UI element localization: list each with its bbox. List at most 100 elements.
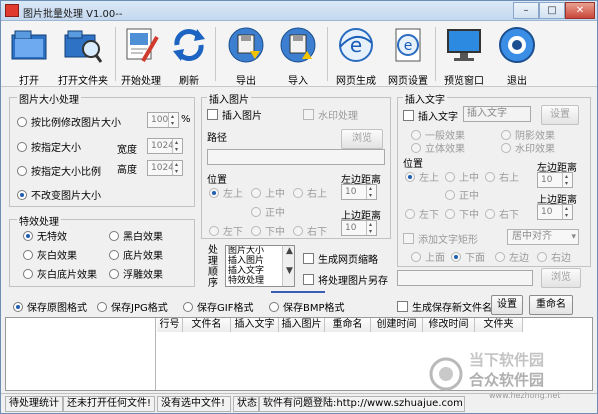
text-rect-check[interactable]: 添加文字矩形 [403, 231, 478, 246]
format-gif[interactable]: 保存GIF格式 [183, 299, 253, 314]
export-button[interactable]: 导出 [225, 25, 267, 87]
watermark-check[interactable]: 水印处理 [303, 107, 358, 122]
ratio-spinner[interactable]: 100 [147, 112, 179, 128]
rect-pos-left-radio[interactable] [495, 251, 505, 262]
column-header[interactable]: 文件名 [183, 318, 231, 332]
txt-pos-top-right-radio[interactable] [485, 171, 495, 182]
img-pos-bottom-right-radio[interactable] [293, 225, 303, 236]
start-process-button[interactable]: 开始处理 [119, 25, 163, 87]
txt-pos-bottom-left-radio[interactable] [405, 208, 415, 219]
gen-filename-check[interactable]: 生成保存新文件名 [397, 299, 492, 314]
format-jpg[interactable]: 保存JPG格式 [97, 299, 168, 314]
open-button[interactable]: 打开 [9, 25, 49, 87]
txt-pos-top-right[interactable]: 右上 [485, 169, 519, 184]
web-generate-button[interactable]: e 网页生成 [333, 25, 379, 87]
rename-button[interactable]: 重命名 [529, 295, 573, 315]
image-browse-button[interactable]: 浏览 [341, 129, 383, 149]
effect-negative[interactable]: 底片效果 [109, 247, 163, 262]
txt-pos-top-left[interactable]: 左上 [405, 169, 439, 184]
effect-gray[interactable]: 灰白效果 [23, 247, 77, 262]
effect-bw[interactable]: 黑白效果 [109, 228, 163, 243]
effect-emboss[interactable]: 浮雕效果 [109, 266, 163, 281]
format-jpg-radio[interactable] [97, 301, 107, 312]
text-effect-normal-radio[interactable] [411, 129, 421, 140]
height-spinner[interactable]: 1024 [147, 160, 183, 176]
img-pos-bottom-left[interactable]: 左下 [209, 223, 243, 238]
img-pos-top-center-radio[interactable] [251, 187, 261, 198]
column-header[interactable]: 创建时间 [371, 318, 423, 332]
text-effect-3d-radio[interactable] [411, 142, 421, 153]
rect-pos-bottom[interactable]: 下面 [451, 249, 485, 264]
img-pos-center[interactable]: 正中 [251, 204, 285, 219]
save-path-input[interactable] [397, 270, 533, 286]
exact-ratio-radio[interactable] [17, 165, 27, 176]
rect-pos-bottom-radio[interactable] [451, 251, 461, 262]
txt-pos-top-center-radio[interactable] [445, 171, 455, 182]
img-pos-top-right-radio[interactable] [293, 187, 303, 198]
refresh-button[interactable]: 刷新 [169, 25, 209, 87]
insert-text-checkbox[interactable] [403, 110, 414, 121]
effect-bw-radio[interactable] [109, 230, 119, 241]
img-pos-bottom-center[interactable]: 下中 [251, 223, 285, 238]
text-effect-watermark[interactable]: 水印效果 [501, 140, 555, 155]
save-as-checkbox[interactable] [303, 274, 314, 285]
effect-negative-radio[interactable] [109, 249, 119, 260]
txt-pos-bottom-right-radio[interactable] [485, 208, 495, 219]
txt-pos-bottom-left[interactable]: 左下 [405, 206, 439, 221]
image-left-margin-spinner[interactable]: 10 [341, 184, 377, 200]
maximize-button[interactable]: □ [539, 2, 565, 19]
rect-pos-right-radio[interactable] [537, 251, 547, 262]
column-header[interactable]: 文件夹 [475, 318, 523, 332]
order-list-scrollbar[interactable]: ▲ ▼ [282, 246, 294, 286]
file-tree-pane[interactable] [6, 318, 156, 390]
format-original[interactable]: 保存原图格式 [13, 299, 87, 314]
keep-size-radio[interactable] [17, 189, 27, 200]
text-rect-checkbox[interactable] [403, 233, 414, 244]
text-align-select[interactable]: 居中对齐 [507, 229, 579, 245]
gen-thumb-check[interactable]: 生成网页缩略 [303, 251, 378, 266]
effect-gray-negative-radio[interactable] [23, 268, 33, 279]
insert-image-check[interactable]: 插入图片 [207, 107, 262, 122]
img-pos-center-radio[interactable] [251, 206, 261, 217]
open-folder-button[interactable]: 打开文件夹 [55, 25, 111, 87]
txt-pos-top-center[interactable]: 上中 [445, 169, 479, 184]
preview-window-button[interactable]: 预览窗口 [441, 25, 487, 87]
img-pos-bottom-right[interactable]: 右下 [293, 223, 327, 238]
column-header[interactable]: 插入文字 [231, 318, 279, 332]
format-bmp-radio[interactable] [269, 301, 279, 312]
image-top-margin-spinner[interactable]: 10 [341, 220, 377, 236]
rect-pos-top-radio[interactable] [411, 251, 421, 262]
rect-pos-left[interactable]: 左边 [495, 249, 529, 264]
exact-size-option[interactable]: 按指定大小 [17, 139, 81, 154]
img-pos-top-left[interactable]: 左上 [209, 185, 243, 200]
width-spinner[interactable]: 1024 [147, 138, 183, 154]
gen-filename-checkbox[interactable] [397, 301, 408, 312]
txt-pos-bottom-right[interactable]: 右下 [485, 206, 519, 221]
save-browse-button[interactable]: 浏览 [541, 268, 581, 288]
column-header[interactable]: 重命名 [325, 318, 371, 332]
img-pos-bottom-center-radio[interactable] [251, 225, 261, 236]
column-header[interactable]: 修改时间 [423, 318, 475, 332]
filename-setting-button[interactable]: 设置 [491, 295, 523, 315]
img-pos-top-right[interactable]: 右上 [293, 185, 327, 200]
text-setting-button[interactable]: 设置 [541, 105, 579, 125]
image-path-input[interactable] [207, 149, 385, 165]
insert-text-input[interactable]: 插入文字 [463, 106, 531, 122]
text-top-margin-spinner[interactable]: 10 [537, 204, 573, 220]
img-pos-top-left-radio[interactable] [209, 187, 219, 198]
import-button[interactable]: 导入 [277, 25, 319, 87]
exit-button[interactable]: 退出 [497, 25, 537, 87]
column-header[interactable]: 插入图片 [279, 318, 325, 332]
close-button[interactable]: ✕ [565, 2, 595, 19]
minimize-button[interactable]: – [513, 2, 539, 19]
format-original-radio[interactable] [13, 301, 23, 312]
txt-pos-center-radio[interactable] [445, 189, 455, 200]
text-effect-shadow-radio[interactable] [501, 129, 511, 140]
effect-gray-radio[interactable] [23, 249, 33, 260]
txt-pos-bottom-center-radio[interactable] [445, 208, 455, 219]
watermark-checkbox[interactable] [303, 109, 314, 120]
txt-pos-top-left-radio[interactable] [405, 171, 415, 182]
process-order-list[interactable]: 图片大小 插入图片 插入文字 特效处理 ▲ ▼ [225, 245, 295, 287]
text-effect-watermark-radio[interactable] [501, 142, 511, 153]
rect-pos-top[interactable]: 上面 [411, 249, 445, 264]
